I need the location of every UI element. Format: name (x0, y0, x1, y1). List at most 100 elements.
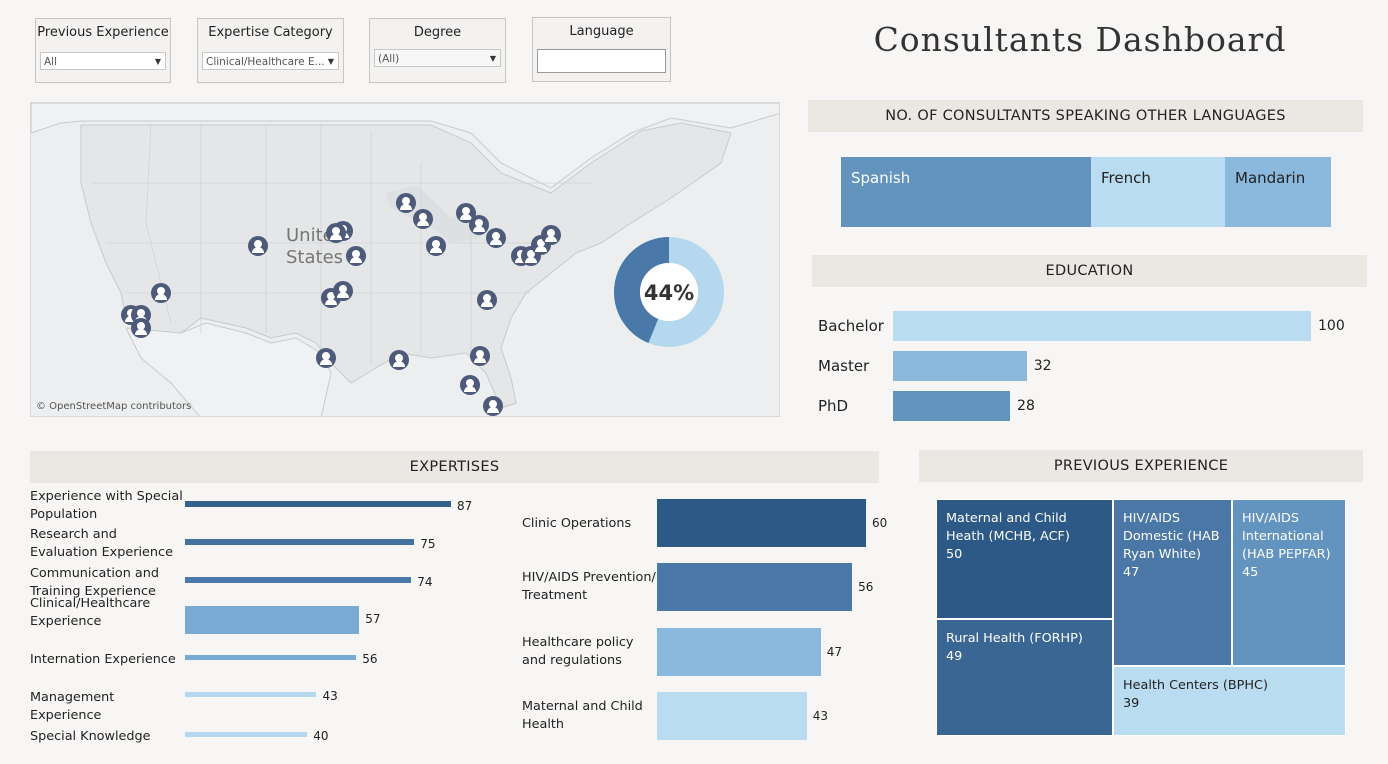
expertise-value: 56 (858, 580, 874, 594)
person-pin-icon[interactable] (389, 350, 409, 370)
person-pin-icon[interactable] (486, 228, 506, 248)
expertise-bar[interactable] (185, 501, 451, 507)
expertise-bar[interactable] (657, 563, 853, 611)
map-credit: © OpenStreetMap contributors (36, 401, 192, 412)
person-pin-icon[interactable] (333, 281, 353, 301)
prev-exp-rural-health[interactable]: Rural Health (FORHP) 49 (936, 619, 1113, 736)
filter-expertise-category: Expertise Category Clinical/Healthcare E… (197, 18, 344, 83)
language-mandarin[interactable]: Mandarin (1225, 157, 1331, 227)
tile-value: 47 (1123, 565, 1140, 580)
languages-header: NO. OF CONSULTANTS SPEAKING OTHER LANGUA… (808, 100, 1363, 132)
donut-percent-label: 44% (643, 281, 695, 305)
expertise-value: 74 (417, 575, 433, 589)
person-pin-icon[interactable] (316, 348, 336, 368)
language-label: Spanish (851, 169, 911, 187)
expertise-bar[interactable] (657, 499, 866, 547)
person-pin-icon[interactable] (326, 223, 346, 243)
tile-value: 39 (1123, 696, 1140, 711)
expertise-bar[interactable] (185, 654, 357, 660)
person-pin-icon[interactable] (396, 193, 416, 213)
person-pin-icon[interactable] (541, 225, 561, 245)
education-label: Master (818, 357, 870, 375)
select-value: Clinical/Healthcare E... (206, 56, 325, 68)
person-pin-icon[interactable] (483, 396, 503, 416)
expertise-label: Research and Evaluation Experience (30, 527, 173, 560)
filter-title: Expertise Category (208, 25, 333, 40)
expertise-value: 43 (812, 709, 829, 723)
filter-title: Degree (413, 25, 462, 40)
expertise-value: 56 (362, 651, 378, 666)
person-pin-icon[interactable] (346, 246, 366, 266)
education-label: PhD (818, 397, 849, 415)
expertise-label: Maternal and Child Health (522, 699, 643, 732)
person-pin-icon[interactable] (151, 283, 171, 303)
expertise-bar[interactable] (185, 539, 415, 545)
expertise-label: Clinic Operations (522, 516, 632, 531)
language-input[interactable] (537, 49, 666, 73)
expertise-bar[interactable] (185, 731, 308, 737)
tile-label: HIV/AIDS Domestic (HAB Ryan White) (1123, 511, 1220, 562)
person-pin-icon[interactable] (460, 375, 480, 395)
expertise-value: 60 (872, 516, 888, 530)
expertises-header: EXPERTISES (30, 451, 879, 483)
tile-value: 45 (1242, 565, 1259, 580)
person-pin-icon[interactable] (248, 236, 268, 256)
person-pin-icon[interactable] (413, 209, 433, 229)
education-value: 28 (1017, 398, 1035, 414)
filter-degree: Degree (All) ▼ (369, 18, 506, 83)
language-spanish[interactable]: Spanish (841, 157, 1091, 227)
tile-label: Rural Health (FORHP) (946, 631, 1083, 646)
prev-exp-maternal-child[interactable]: Maternal and Child Heath (MCHB, ACF) 50 (936, 499, 1113, 619)
expertise-value: 43 (322, 688, 338, 703)
tile-value: 50 (946, 547, 963, 562)
education-bar[interactable] (893, 311, 1311, 341)
expertise-value: 75 (420, 537, 436, 551)
education-value: 32 (1033, 358, 1052, 374)
previous-experience-header: PREVIOUS EXPERIENCE (919, 450, 1363, 482)
person-pin-icon[interactable] (469, 215, 489, 235)
expertise-label: Healthcare policy and regulations (522, 635, 634, 668)
person-pin-icon[interactable] (477, 290, 497, 310)
expertise-label: Internation Experience (30, 652, 176, 667)
language-label: Mandarin (1235, 169, 1306, 187)
language-french[interactable]: French (1091, 157, 1225, 227)
prev-exp-health-centers[interactable]: Health Centers (BPHC) 39 (1113, 666, 1346, 736)
filter-title: Previous Experience (37, 25, 169, 40)
consultant-map[interactable]: United States 44% © OpenStreetMap contri… (30, 102, 780, 417)
tile-value: 49 (946, 649, 963, 664)
expertise-bar[interactable] (185, 577, 412, 583)
expertise-value: 87 (457, 499, 473, 513)
expertise-category-select[interactable]: Clinical/Healthcare E... ▼ (202, 52, 339, 70)
chevron-down-icon[interactable]: ▼ (155, 53, 161, 69)
expertise-bar[interactable] (657, 628, 821, 676)
person-pin-icon[interactable] (470, 346, 490, 366)
education-bar[interactable] (893, 351, 1027, 381)
education-value: 100 (1318, 318, 1345, 334)
expertise-bar[interactable] (185, 606, 360, 634)
chevron-down-icon[interactable]: ▼ (328, 53, 334, 69)
expertise-bar[interactable] (657, 692, 807, 740)
expertise-label: Management Experience (30, 690, 115, 723)
degree-select[interactable]: (All) ▼ (374, 49, 501, 67)
dashboard-title: Consultants Dashboard (873, 20, 1287, 59)
previous-experience-select[interactable]: All ▼ (40, 52, 166, 70)
select-value: (All) (378, 53, 400, 65)
prev-exp-hiv-domestic[interactable]: HIV/AIDS Domestic (HAB Ryan White) 47 (1113, 499, 1232, 666)
tile-label: HIV/AIDS International (HAB PEPFAR) (1242, 511, 1331, 562)
education-header: EDUCATION (812, 255, 1367, 287)
education-label: Bachelor (818, 317, 884, 335)
filter-language: Language (532, 17, 671, 82)
chevron-down-icon[interactable]: ▼ (490, 50, 496, 66)
country-label-line-2: States (286, 247, 344, 268)
language-label: French (1101, 169, 1151, 187)
expertise-value: 40 (313, 728, 329, 743)
person-pin-icon[interactable] (131, 318, 151, 338)
person-pin-icon[interactable] (426, 236, 446, 256)
expertise-value: 57 (365, 612, 381, 626)
expertise-bar[interactable] (185, 691, 317, 697)
tile-label: Maternal and Child Heath (MCHB, ACF) (946, 511, 1070, 544)
education-bar[interactable] (893, 391, 1011, 421)
filter-previous-experience: Previous Experience All ▼ (35, 18, 171, 83)
tile-label: Health Centers (BPHC) (1123, 678, 1268, 693)
prev-exp-hiv-international[interactable]: HIV/AIDS International (HAB PEPFAR) 45 (1232, 499, 1346, 666)
